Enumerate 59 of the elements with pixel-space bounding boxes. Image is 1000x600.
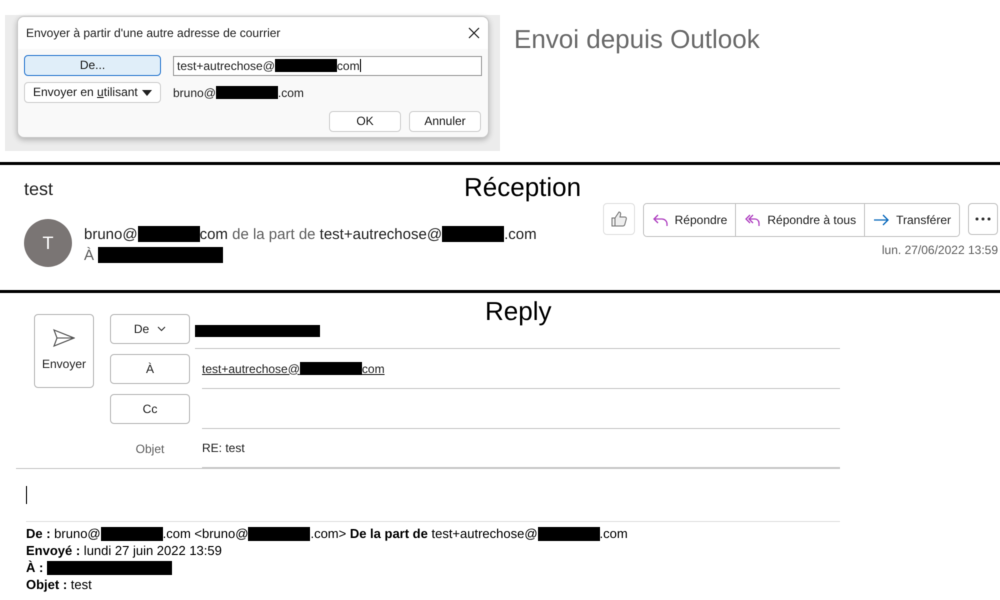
email-subject: test <box>24 178 54 201</box>
header-text: .com <box>600 526 628 541</box>
account-text: bruno@ <box>173 86 216 100</box>
from-button[interactable]: De... <box>24 55 161 76</box>
send-icon <box>53 329 75 347</box>
sender-text: com <box>200 226 228 243</box>
send-using-dropdown[interactable]: Envoyer en utilisant <box>24 82 161 103</box>
forward-button[interactable]: Transférer <box>864 204 959 236</box>
text-cursor <box>360 58 361 72</box>
ok-button[interactable]: OK <box>329 111 401 132</box>
redaction-bar <box>300 362 362 375</box>
header-text: .com <bruno@ <box>162 526 248 541</box>
sender-text: .com <box>504 226 537 243</box>
header-text: Envoyé : lundi 27 juin 2022 13:59 <box>26 543 222 558</box>
chevron-down-icon <box>157 326 166 332</box>
thumbs-up-icon <box>610 210 628 228</box>
redaction-bar <box>248 526 310 541</box>
received-date: lun. 27/06/2022 13:59 <box>882 242 998 259</box>
recipient-label: À <box>84 246 96 264</box>
sender-text: bruno@ <box>84 226 138 243</box>
text-cursor <box>26 486 27 504</box>
redaction-bar <box>100 526 163 541</box>
sender-text: test+autrechose@ <box>320 226 442 243</box>
from-address-field[interactable]: test+autrechose@ com <box>173 56 482 76</box>
header-text: De : bruno@ <box>26 526 101 541</box>
email-link[interactable]: test+autrechose@ <box>202 360 300 378</box>
send-button[interactable]: Envoyer <box>34 314 94 388</box>
subject-label: Objet <box>134 440 166 458</box>
reply-all-icon <box>744 212 762 228</box>
subject-field[interactable]: RE: test <box>202 439 245 457</box>
cc-button[interactable]: Cc <box>110 394 190 424</box>
header-text: Objet : test <box>26 577 92 592</box>
dialog-title: Envoyer à partir d'une autre adresse de courrier <box>26 25 280 42</box>
redaction-bar <box>538 526 600 541</box>
address-text: com <box>336 58 360 72</box>
caption-title: Envoi depuis Outlook <box>514 23 760 56</box>
redaction-bar <box>138 226 200 242</box>
redaction-bar <box>274 59 337 72</box>
reply-icon <box>652 212 669 228</box>
more-icon <box>975 217 991 221</box>
forward-arrow-icon <box>873 212 890 228</box>
more-button[interactable] <box>968 203 998 235</box>
redaction-bar <box>442 226 504 242</box>
section-title: Reply <box>485 297 552 325</box>
dropdown-arrow-icon <box>142 90 152 96</box>
redaction-bar <box>216 86 278 99</box>
header-text: À : <box>26 560 44 575</box>
email-link[interactable]: com <box>362 360 385 378</box>
to-button[interactable]: À <box>110 354 190 384</box>
from-button[interactable]: De <box>110 314 190 344</box>
sender-text: de la part de <box>231 226 316 243</box>
section-title: Réception <box>464 173 582 201</box>
cancel-button[interactable]: Annuler <box>409 111 481 132</box>
close-icon[interactable] <box>468 27 480 39</box>
account-text: .com <box>278 86 304 100</box>
sender-avatar: T <box>24 219 72 267</box>
address-text: test+autrechose@ <box>177 58 275 72</box>
like-button[interactable] <box>602 203 635 235</box>
header-text: .com> De la part de test+autrechose@ <box>310 526 538 541</box>
